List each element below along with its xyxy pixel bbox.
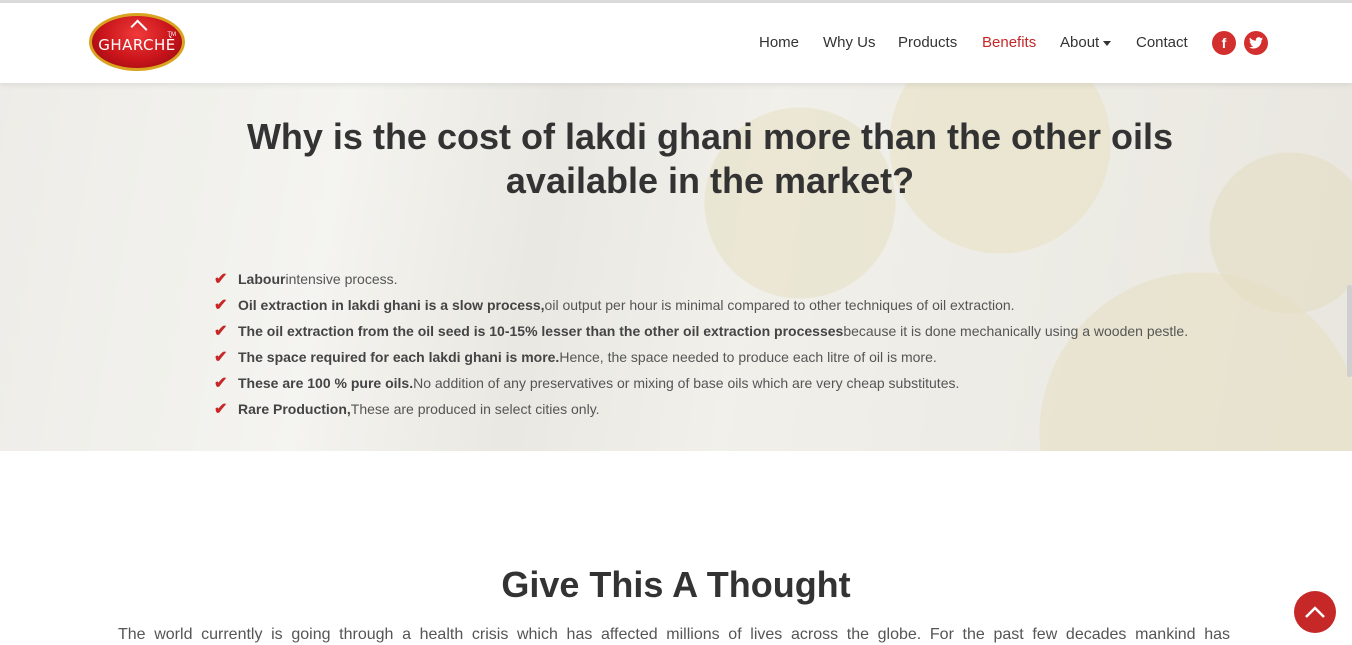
logo-trademark: TM [167,32,176,38]
check-icon: ✔ [214,349,228,366]
twitter-icon[interactable] [1244,31,1268,55]
nav-home[interactable]: Home [759,34,799,51]
title-line-2: available in the market? [505,160,915,201]
logo-text: GHARCHÈ [98,36,176,54]
thought-section-title: Give This A Thought [501,564,851,605]
nav-contact[interactable]: Contact [1136,34,1188,51]
point-bold: These are 100 % pure oils. [238,375,414,391]
nav-why-us[interactable]: Why Us [823,34,876,51]
point-text: oil output per hour is minimal compared … [544,297,1015,313]
point-text: intensive process. [285,271,398,287]
cost-section: Why is the cost of lakdi ghani more than… [0,83,1352,451]
point-text: These are produced in select cities only… [350,401,600,417]
point-bold: Labour [238,271,286,287]
check-icon: ✔ [214,271,228,288]
point-bold: Rare Production, [238,401,351,417]
scrollbar[interactable] [1347,285,1352,377]
point-text: No addition of any preservatives or mixi… [413,375,960,391]
check-icon: ✔ [214,401,228,418]
list-item: ✔ Labour intensive process. [214,266,1188,292]
point-bold: The oil extraction from the oil seed is … [238,323,844,339]
twitter-bird-icon [1249,37,1263,49]
logo-accent-icon [130,19,148,37]
reasons-list: ✔ Labour intensive process. ✔ Oil extracti… [214,266,1188,422]
site-header: GHARCHÈ TM Home Why Us Products Benefits… [0,3,1352,83]
point-text: Hence, the space needed to produce each … [559,349,937,365]
check-icon: ✔ [214,297,228,314]
list-item: ✔ These are 100 % pure oils. No addition o… [214,370,1188,396]
nav-about[interactable]: About [1060,34,1112,51]
chevron-down-icon [1103,40,1112,46]
title-line-1: Why is the cost of lakdi ghani more than… [246,116,1174,157]
nav-benefits[interactable]: Benefits [982,34,1036,51]
cost-section-title: Why is the cost of lakdi ghani more than… [200,115,1220,203]
facebook-icon[interactable]: f [1212,31,1236,55]
scroll-to-top-button[interactable] [1294,591,1336,633]
check-icon: ✔ [214,323,228,340]
point-text: because it is done mechanically using a … [843,323,1189,339]
list-item: ✔ Oil extraction in lakdi ghani is a slow… [214,292,1188,318]
point-bold: The space required for each lakdi ghani … [238,349,560,365]
brand-logo[interactable]: GHARCHÈ TM [89,13,185,71]
check-icon: ✔ [214,375,228,392]
list-item: ✔ The space required for each lakdi ghani… [214,344,1188,370]
list-item: ✔ Rare Production, These are produced in … [214,396,1188,422]
list-item: ✔ The oil extraction from the oil seed is… [214,318,1188,344]
nav-about-label: About [1060,34,1100,51]
thought-paragraph: The world currently is going through a h… [118,626,1230,643]
nav-products[interactable]: Products [898,34,957,51]
chevron-up-icon [1305,606,1325,618]
point-bold: Oil extraction in lakdi ghani is a slow … [238,297,545,313]
